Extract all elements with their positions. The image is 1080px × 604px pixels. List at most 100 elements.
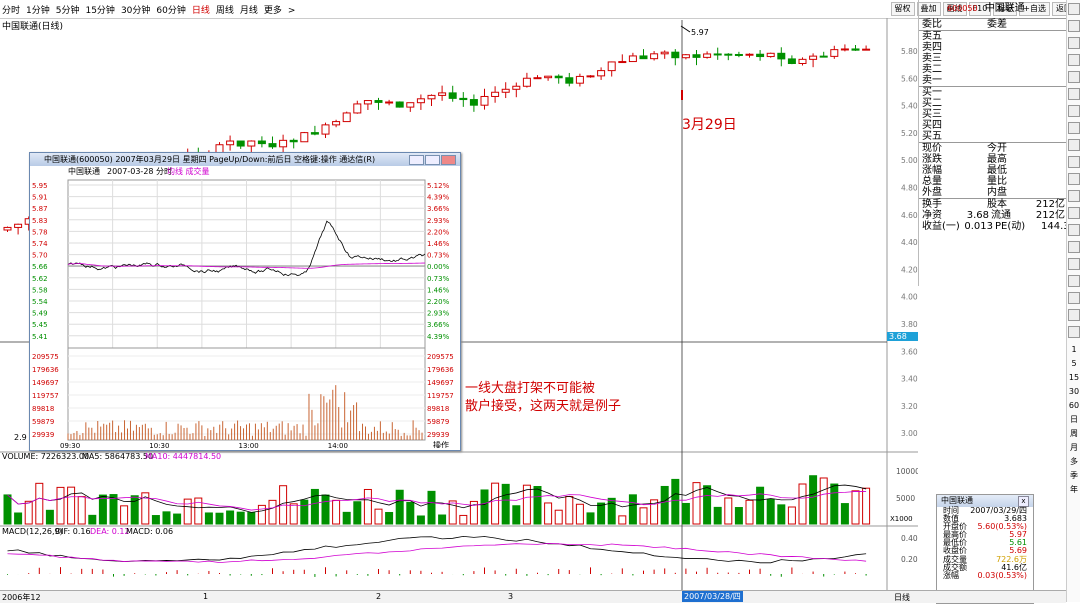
tool-icon[interactable] [1068,309,1080,321]
tool-icon[interactable] [1068,105,1080,117]
bid-level[interactable]: 买五 [919,131,1067,142]
volume-bar [215,512,224,525]
intraday-pct-label: 0.73% [427,252,450,260]
volume-tick-label: 10000 [896,467,918,476]
candle-body [756,53,765,58]
side-period[interactable]: 30 [1067,385,1080,399]
volume-bar [809,475,818,525]
intraday-titlebar[interactable]: 中国联通(600050) 2007年03月29日 星期四 PageUp/Down… [30,153,460,166]
time-axis-bar: 2006年12 1 2 3 2007/03/28/四 日线 [0,590,1066,603]
ask-level[interactable]: 卖一 [919,75,1067,86]
maximize-icon[interactable] [425,155,440,165]
candle-body [544,75,553,79]
tool-icon[interactable] [1068,20,1080,32]
bid-level[interactable]: 买三 [919,109,1067,120]
volume-bar [204,512,213,525]
price-tick-label: 4.80 [901,184,918,193]
minimize-icon[interactable] [409,155,424,165]
tool-icon[interactable] [1068,54,1080,66]
bid-level[interactable]: 买一 [919,87,1067,98]
tool-icon[interactable] [1068,156,1080,168]
side-period[interactable]: 周 [1067,427,1080,441]
candle-body [406,102,415,108]
tool-icon[interactable] [1068,37,1080,49]
intraday-pct-label: 5.12% [427,182,450,190]
volume-bar [14,512,23,525]
tool-icon[interactable] [1068,173,1080,185]
tool-icon[interactable] [1068,71,1080,83]
intraday-chart: 5.95 5.12% 5.91 4.39% 5.87 3.66% 5.83 2.93% 5.78… [32,179,454,450]
tool-icon[interactable] [1068,3,1080,15]
tool-icon[interactable] [1068,122,1080,134]
side-period[interactable]: 60 [1067,399,1080,413]
price-tick-label: 3.00 [901,429,918,438]
intraday-pct-label: 2.20% [427,228,450,236]
volume-bar [45,509,54,525]
ask-level[interactable]: 卖五 [919,31,1067,42]
price-tick-label: 5.40 [901,102,918,111]
cursor-date: 2007/03/28/四 [682,591,743,602]
volume-bar [766,498,775,525]
tool-icon[interactable] [1068,275,1080,287]
side-period[interactable]: 多 [1067,455,1080,469]
volume-ma10: MA10: 4447814.50 [145,452,221,461]
tool-icon[interactable] [1068,292,1080,304]
volume-bar [830,483,839,525]
volume-bar [734,507,743,525]
price-tick-label: 5.80 [901,47,918,56]
volume-bar [120,505,129,525]
side-period[interactable]: 1 [1067,343,1080,357]
candle-body [321,124,330,135]
side-period[interactable]: 年 [1067,483,1080,497]
close-icon[interactable] [441,155,456,165]
candle-body [522,77,531,87]
volume-bar [289,503,298,525]
volume-bar [459,514,468,525]
intraday-price-label: 5.74 [32,240,48,248]
tool-icon[interactable] [1068,241,1080,253]
candle-body [310,132,319,135]
candle-body [395,101,404,108]
side-period[interactable]: 季 [1067,469,1080,483]
intraday-time-label: 13:00 [239,442,259,448]
bid-level[interactable]: 买四 [919,120,1067,131]
price-tick-label: 4.60 [901,211,918,220]
macd-dif: DIF: 0.16 [55,527,91,536]
tool-icon[interactable] [1068,207,1080,219]
bid-level[interactable]: 买二 [919,98,1067,109]
intraday-price-label: 5.45 [32,321,48,329]
intraday-vol-label: 119757 [32,392,59,400]
volume-bar [798,483,807,525]
ask-level[interactable]: 卖二 [919,64,1067,75]
candle-body [533,77,542,80]
month-mark: 3 [508,592,514,601]
tool-icon[interactable] [1068,224,1080,236]
ask-level[interactable]: 卖四 [919,42,1067,53]
intraday-pct-label: 3.66% [427,205,450,213]
candle-body [491,91,500,97]
volume-bar [24,500,33,525]
side-period[interactable]: 月 [1067,441,1080,455]
candle-body [353,103,362,114]
side-period[interactable]: 15 [1067,371,1080,385]
side-period[interactable]: 日 [1067,413,1080,427]
tool-icon[interactable] [1068,258,1080,270]
candle-body [575,75,584,84]
price-tick-label: 4.00 [901,293,918,302]
tool-icon[interactable] [1068,190,1080,202]
intraday-price-label: 5.54 [32,298,48,306]
side-period[interactable]: 5 [1067,357,1080,371]
candle-body [830,49,839,57]
tool-icon[interactable] [1068,139,1080,151]
intraday-vol-label: 89818 [427,405,449,413]
volume-bar [607,497,616,525]
intraday-pct-label: 0.73% [427,275,450,283]
volume-bar [374,508,383,525]
tool-icon[interactable] [1068,326,1080,338]
side-toolbar: 1 5 15 30 60 日 周 月 多 季 年 [1066,0,1080,602]
candle-body [607,61,616,72]
intraday-price-label: 5.78 [32,228,48,236]
ask-level[interactable]: 卖三 [919,53,1067,64]
intraday-window[interactable]: 中国联通(600050) 2007年03月29日 星期四 PageUp/Down… [29,152,461,451]
tool-icon[interactable] [1068,88,1080,100]
